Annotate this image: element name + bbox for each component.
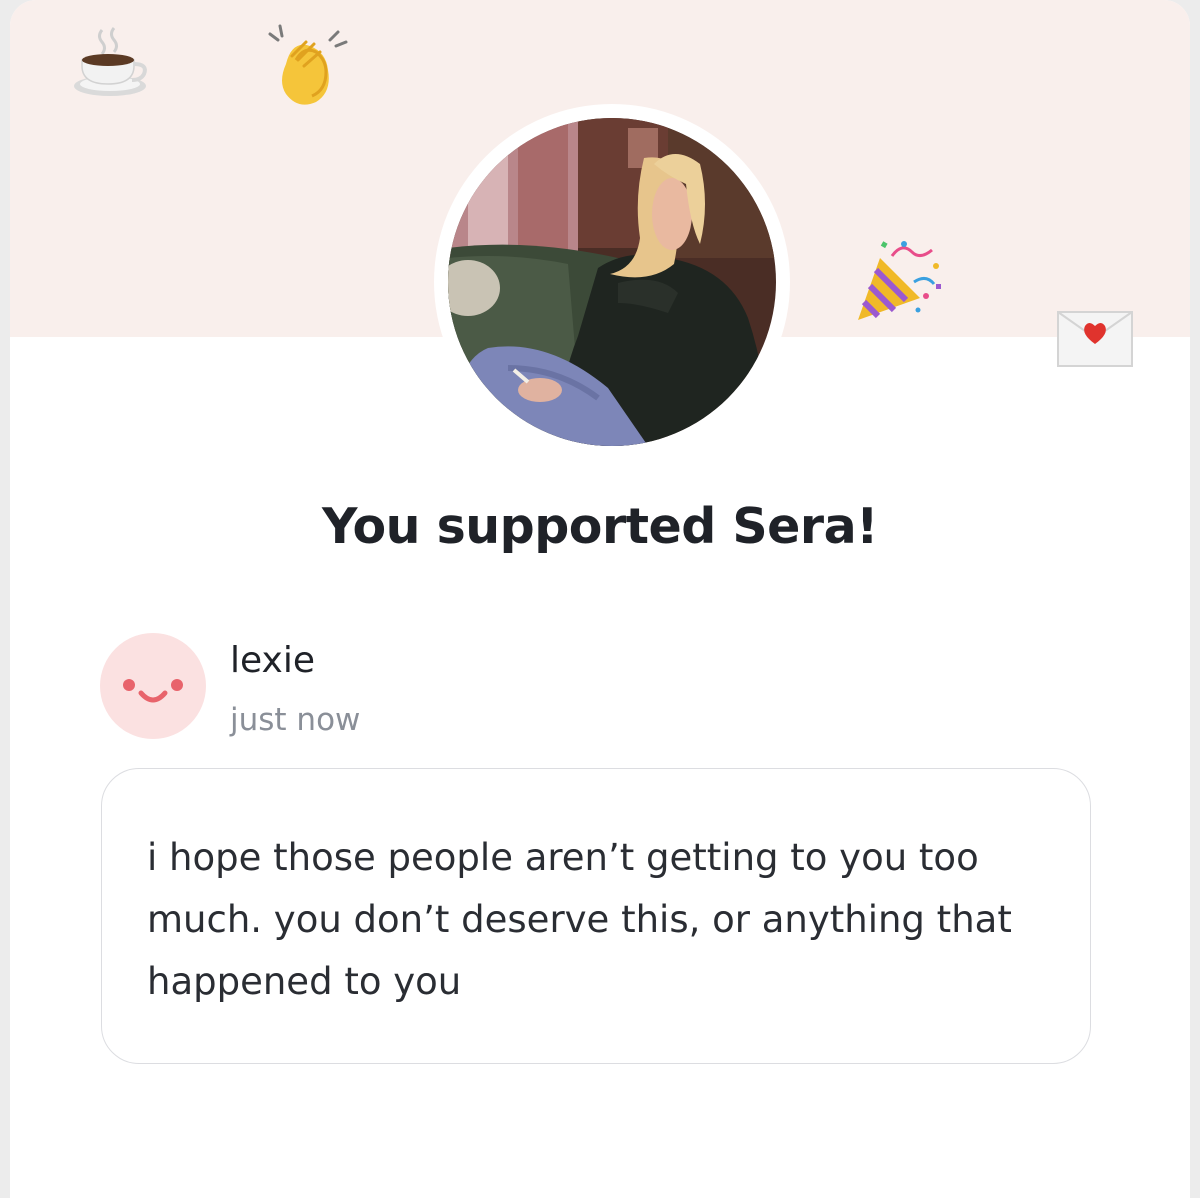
page-title: You supported Sera! (321, 498, 879, 555)
supporter-name: lexie (230, 640, 315, 681)
heart-envelope-icon (1056, 310, 1134, 370)
clapping-hands-icon (266, 24, 352, 106)
support-message-box: i hope those people aren’t getting to yo… (101, 768, 1091, 1064)
support-confirmation-card: You supported Sera! lexie just now i hop… (10, 0, 1190, 1198)
supporter-avatar (100, 633, 206, 739)
party-popper-icon (852, 236, 944, 326)
creator-profile-photo (448, 118, 776, 446)
supporter-timestamp: just now (230, 702, 361, 738)
coffee-cup-icon (72, 26, 152, 98)
smiley-face-icon (123, 679, 183, 703)
support-message-text: i hope those people aren’t getting to yo… (147, 836, 1012, 1003)
creator-avatar-frame (434, 104, 790, 460)
